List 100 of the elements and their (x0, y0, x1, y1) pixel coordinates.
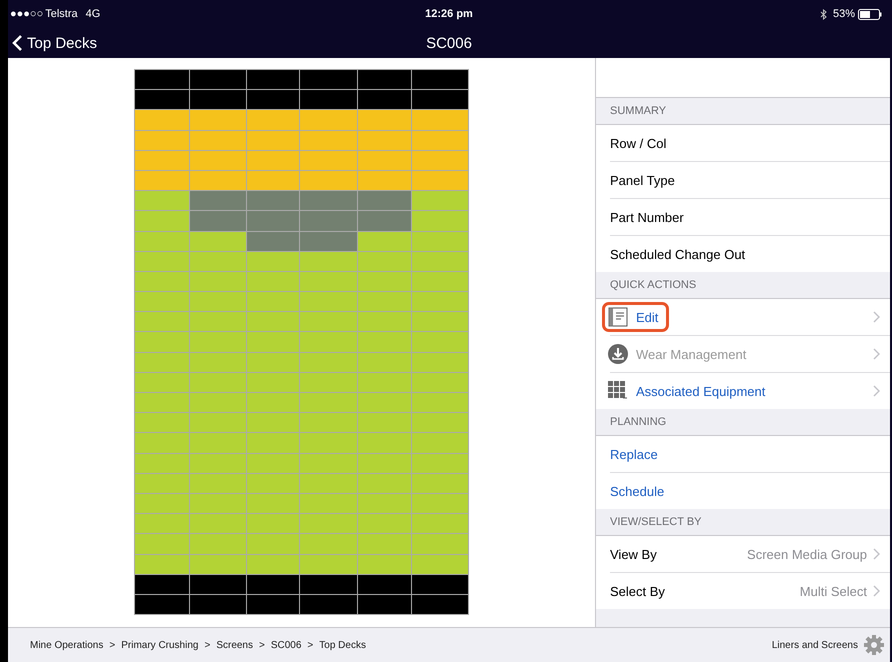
panel-cell[interactable] (247, 170, 299, 190)
panel-cell[interactable] (300, 372, 357, 392)
panel-cell[interactable] (412, 494, 468, 514)
panel-cell[interactable] (300, 594, 357, 614)
panel-cell[interactable] (412, 474, 468, 493)
panel-cell[interactable] (412, 292, 468, 312)
panel-cell[interactable] (412, 232, 468, 251)
panel-cell[interactable] (247, 352, 299, 372)
panel-cell[interactable] (190, 70, 246, 90)
panel-cell[interactable] (358, 352, 411, 372)
panel-cell[interactable] (190, 272, 246, 292)
panel-cell[interactable] (358, 534, 411, 554)
panel-cell[interactable] (135, 130, 189, 150)
panel-cell[interactable] (300, 433, 357, 453)
panel-cell[interactable] (190, 454, 246, 473)
panel-cell[interactable] (358, 574, 411, 594)
panel-cell[interactable] (358, 393, 411, 412)
panel-cell[interactable] (300, 191, 357, 210)
panel-cell[interactable] (412, 110, 468, 130)
breadcrumb-item[interactable]: Primary Crushing (121, 640, 198, 650)
panel-cell[interactable] (247, 594, 299, 614)
panel-cell[interactable] (300, 554, 357, 574)
panel-cell[interactable] (190, 211, 246, 230)
panel-cell[interactable] (358, 150, 411, 170)
panel-cell[interactable] (247, 494, 299, 514)
panel-cell[interactable] (190, 393, 246, 412)
panel-cell[interactable] (190, 110, 246, 130)
panel-cell[interactable] (300, 70, 357, 90)
panel-cell[interactable] (358, 494, 411, 514)
panel-cell[interactable] (190, 312, 246, 332)
panel-cell[interactable] (358, 312, 411, 332)
panel-cell[interactable] (358, 372, 411, 392)
panel-cell[interactable] (412, 252, 468, 271)
panel-cell[interactable] (135, 454, 189, 473)
panel-cell[interactable] (412, 312, 468, 332)
panel-cell[interactable] (135, 191, 189, 210)
panel-cell[interactable] (412, 70, 468, 90)
panel-cell[interactable] (300, 312, 357, 332)
panel-cell[interactable] (190, 534, 246, 554)
panel-cell[interactable] (247, 232, 299, 251)
panel-cell[interactable] (358, 130, 411, 150)
panel-cell[interactable] (247, 211, 299, 230)
panel-cell[interactable] (412, 413, 468, 432)
panel-cell[interactable] (358, 594, 411, 614)
panel-cell[interactable] (412, 90, 468, 110)
panel-cell[interactable] (358, 252, 411, 271)
panel-cell[interactable] (135, 594, 189, 614)
panel-cell[interactable] (135, 474, 189, 493)
breadcrumb-item[interactable]: SC006 (270, 640, 302, 650)
panel-cell[interactable] (412, 454, 468, 473)
panel-cell[interactable] (247, 393, 299, 412)
panel-cell[interactable] (412, 191, 468, 210)
panel-cell[interactable] (358, 272, 411, 292)
panel-cell[interactable] (135, 413, 189, 432)
panel-cell[interactable] (358, 110, 411, 130)
panel-cell[interactable] (247, 312, 299, 332)
panel-cell[interactable] (247, 292, 299, 312)
panel-cell[interactable] (135, 554, 189, 574)
action-link[interactable]: Replace (610, 446, 658, 462)
panel-cell[interactable] (358, 232, 411, 251)
panel-cell[interactable] (358, 191, 411, 210)
panel-cell[interactable] (190, 494, 246, 514)
breadcrumb-item[interactable]: Top Decks (319, 640, 366, 650)
panel-cell[interactable] (135, 232, 189, 251)
panel-cell[interactable] (135, 393, 189, 412)
panel-cell[interactable] (300, 574, 357, 594)
panel-cell[interactable] (412, 574, 468, 594)
panel-cell[interactable] (135, 292, 189, 312)
panel-cell[interactable] (358, 292, 411, 312)
panel-cell[interactable] (190, 413, 246, 432)
panel-cell[interactable] (412, 393, 468, 412)
panel-cell[interactable] (300, 170, 357, 190)
panel-cell[interactable] (135, 312, 189, 332)
panel-cell[interactable] (247, 554, 299, 574)
action-label[interactable]: Edit (636, 310, 658, 324)
panel-cell[interactable] (412, 372, 468, 392)
panel-cell[interactable] (412, 150, 468, 170)
panel-cell[interactable] (412, 534, 468, 554)
panel-cell[interactable] (190, 252, 246, 271)
panel-cell[interactable] (190, 514, 246, 534)
panel-cell[interactable] (135, 150, 189, 170)
panel-cell[interactable] (300, 454, 357, 473)
panel-cell[interactable] (135, 574, 189, 594)
panel-cell[interactable] (190, 150, 246, 170)
panel-cell[interactable] (412, 352, 468, 372)
panel-cell[interactable] (135, 110, 189, 130)
panel-cell[interactable] (300, 474, 357, 493)
panel-cell[interactable] (135, 372, 189, 392)
panel-cell[interactable] (190, 574, 246, 594)
panel-cell[interactable] (300, 110, 357, 130)
panel-cell[interactable] (247, 514, 299, 534)
panel-cell[interactable] (300, 272, 357, 292)
panel-cell[interactable] (247, 454, 299, 473)
panel-cell[interactable] (135, 252, 189, 271)
panel-cell[interactable] (300, 352, 357, 372)
panel-cell[interactable] (358, 514, 411, 534)
panel-cell[interactable] (300, 393, 357, 412)
panel-cell[interactable] (135, 70, 189, 90)
panel-cell[interactable] (300, 514, 357, 534)
panel-cell[interactable] (300, 130, 357, 150)
